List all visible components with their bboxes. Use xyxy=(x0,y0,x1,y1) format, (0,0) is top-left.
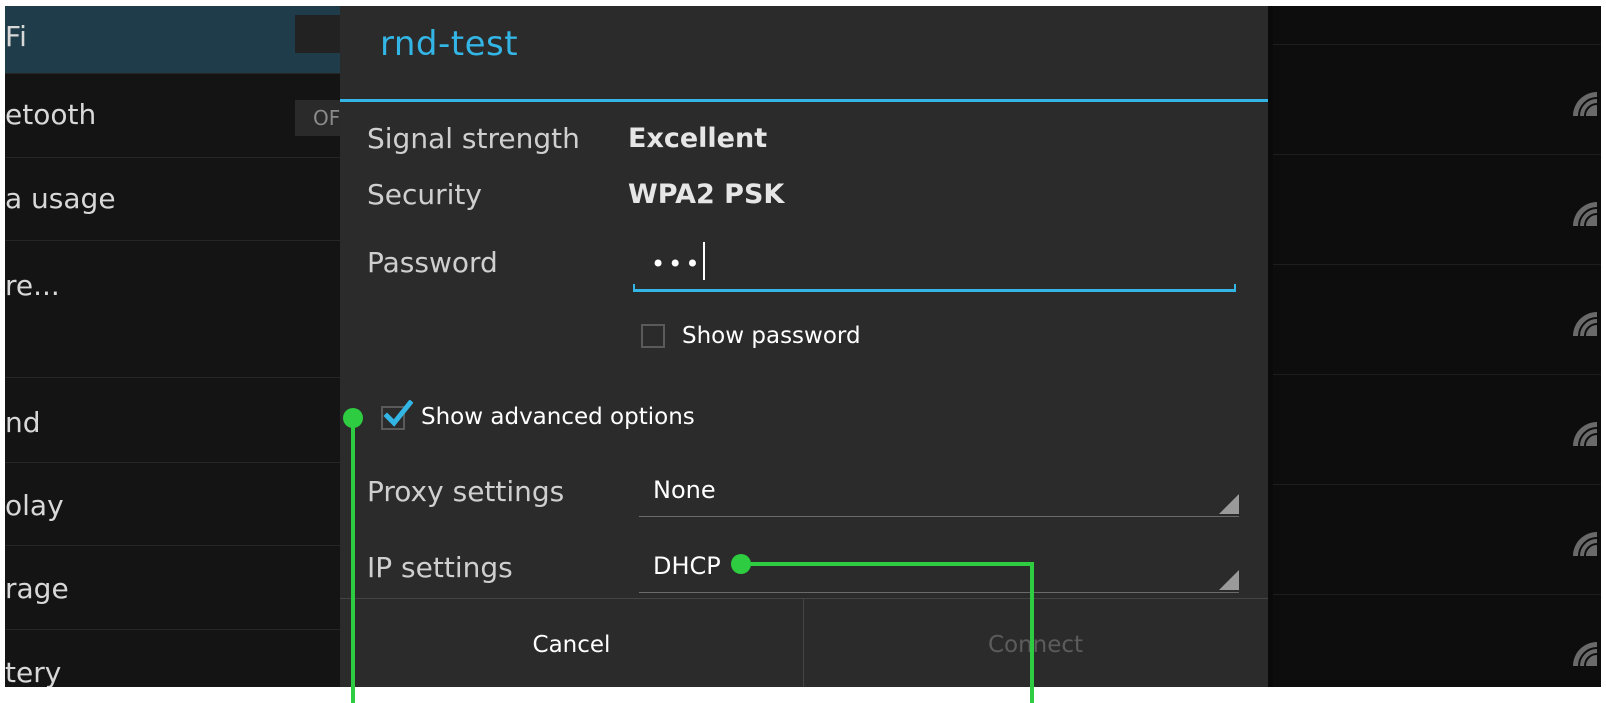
input-underline xyxy=(633,289,1236,292)
settings-item-label: olay xyxy=(5,489,64,522)
settings-item-wifi[interactable]: Fi xyxy=(5,6,355,74)
proxy-settings-value: None xyxy=(653,476,716,504)
text-cursor xyxy=(703,242,705,280)
show-advanced-options-checkbox[interactable] xyxy=(381,400,413,430)
settings-item-more[interactable]: re... xyxy=(5,241,345,378)
cancel-button[interactable]: Cancel xyxy=(340,599,803,687)
signal-strength-value: Excellent xyxy=(628,123,768,154)
settings-item-battery[interactable]: tery xyxy=(5,630,345,687)
wifi-network-list xyxy=(1273,6,1601,687)
proxy-settings-label: Proxy settings xyxy=(367,475,565,508)
wifi-signal-icon xyxy=(1573,642,1597,666)
dialog-button-bar: Cancel Connect xyxy=(340,598,1268,687)
security-label: Security xyxy=(367,178,482,211)
connect-button[interactable]: Connect xyxy=(804,599,1267,687)
password-label: Password xyxy=(367,246,498,279)
ip-settings-label: IP settings xyxy=(367,551,513,584)
wifi-signal-icon xyxy=(1573,312,1597,336)
settings-item-display[interactable]: olay xyxy=(5,463,345,546)
show-password-checkbox[interactable] xyxy=(641,324,665,348)
ip-settings-dropdown[interactable]: DHCP xyxy=(639,544,1239,593)
settings-item-label: re... xyxy=(5,269,60,302)
settings-item-data-usage[interactable]: a usage xyxy=(5,158,345,241)
proxy-settings-dropdown[interactable]: None xyxy=(639,468,1239,517)
list-item[interactable] xyxy=(1273,154,1601,265)
ip-settings-value: DHCP xyxy=(653,552,721,580)
input-underline-tick xyxy=(1234,284,1236,292)
security-value: WPA2 PSK xyxy=(628,179,785,210)
show-password-label[interactable]: Show password xyxy=(682,323,861,349)
settings-item-label: tery xyxy=(5,656,62,687)
dialog-title: rnd-test xyxy=(380,24,519,64)
settings-item-sound[interactable]: nd xyxy=(5,378,345,463)
settings-item-label: etooth xyxy=(5,98,97,131)
list-item[interactable] xyxy=(1273,264,1601,375)
checkmark-icon xyxy=(383,400,413,427)
dropdown-arrow-icon xyxy=(1219,494,1239,514)
settings-item-label: a usage xyxy=(5,182,116,215)
settings-item-label: Fi xyxy=(5,20,27,53)
wifi-signal-icon xyxy=(1573,202,1597,226)
password-value: ••• xyxy=(651,250,703,278)
list-item[interactable] xyxy=(1273,484,1601,595)
settings-list: Fi etooth OF a usage re... nd olay rage … xyxy=(5,6,355,687)
wifi-connect-dialog: rnd-test Signal strength Excellent Secur… xyxy=(340,6,1268,687)
settings-item-label: rage xyxy=(5,572,69,605)
dropdown-arrow-icon xyxy=(1219,570,1239,590)
title-divider xyxy=(340,99,1268,102)
android-settings-screen: Fi etooth OF a usage re... nd olay rage … xyxy=(5,6,1601,687)
settings-item-bluetooth[interactable]: etooth OF xyxy=(5,74,355,158)
settings-item-storage[interactable]: rage xyxy=(5,546,345,630)
wifi-signal-icon xyxy=(1573,92,1597,116)
input-underline-tick xyxy=(633,284,635,292)
settings-item-label: nd xyxy=(5,406,41,439)
list-item[interactable] xyxy=(1273,594,1601,687)
password-input[interactable]: ••• xyxy=(633,240,1236,292)
signal-strength-label: Signal strength xyxy=(367,122,580,155)
list-item[interactable] xyxy=(1273,374,1601,485)
show-advanced-options-label[interactable]: Show advanced options xyxy=(421,404,695,430)
list-item[interactable] xyxy=(1273,44,1601,155)
wifi-signal-icon xyxy=(1573,532,1597,556)
list-item[interactable] xyxy=(1273,6,1601,45)
wifi-signal-icon xyxy=(1573,422,1597,446)
